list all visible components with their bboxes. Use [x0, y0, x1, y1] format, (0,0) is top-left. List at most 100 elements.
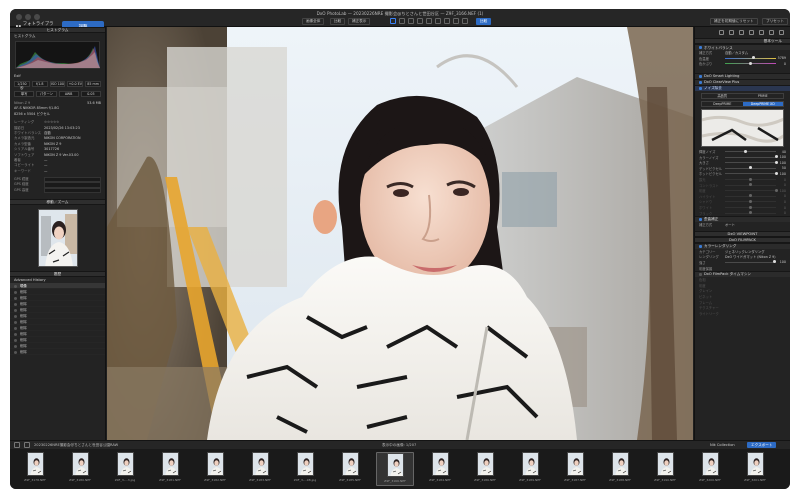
effects-tab-icon[interactable]: [769, 30, 774, 35]
distortion-mode-row[interactable]: 補正方式 オート: [695, 222, 790, 228]
dims-row: 8256 x 5504 ピクセル: [10, 112, 105, 117]
folder-path[interactable]: 20230226NRE撮影会@ちとさんと世田谷公園RAW: [34, 441, 118, 449]
cr-render-row[interactable]: レンダリング DxO ワイドガマット (Nikon Z 9): [695, 254, 790, 260]
local-tab-icon[interactable]: [759, 30, 764, 35]
exif-title: Exif: [14, 74, 21, 78]
denoise-mode-selector[interactable]: 高品質 PRIME: [701, 92, 784, 99]
denoise-preview[interactable]: [701, 108, 784, 147]
meta-row: キーワード —: [14, 168, 48, 173]
tool-fit-button[interactable]: 画像全体: [302, 18, 325, 25]
sort-icon[interactable]: [24, 442, 30, 448]
filmpack-item[interactable]: ライトリーク: [695, 310, 790, 316]
panel-tab-icons: [695, 27, 790, 38]
cr-category-row[interactable]: カテゴリー ジェネリックレンダリング: [695, 249, 790, 255]
local-adjust-icon[interactable]: [426, 18, 432, 24]
film-thumb[interactable]: Z9F_3190.NEF: [646, 452, 684, 486]
filmpack-header[interactable]: DxO FILMPACK: [695, 236, 790, 243]
more-filmpack-items: 色相 彩度 グレイン ビネット フレーム テクスチャー ライトリーク: [695, 277, 790, 316]
history-list: 現像 削除 削除 削除 削除 削除 削除 削除 削除 削除 削除 削除: [10, 283, 105, 356]
bottom-bar: 20230226NRE撮影会@ちとさんと世田谷公園RAW 表示中の画像: 1/2…: [10, 440, 790, 449]
navigator-panel-header[interactable]: 移動／ズーム: [10, 199, 105, 206]
film-thumb[interactable]: Z9F_3186.NEF: [466, 452, 504, 486]
hand-icon[interactable]: [444, 18, 450, 24]
film-thumb-image: [341, 452, 359, 476]
adjust-slider[interactable]: ブラック 0: [695, 210, 790, 216]
compare-button[interactable]: 比較: [476, 18, 492, 25]
film-thumb[interactable]: Z9F_3188.NEF: [601, 452, 639, 486]
exif-drive-mode: 単写: [14, 91, 35, 97]
film-thumb-image: [746, 452, 764, 476]
history-subtitle: Advanced History: [14, 278, 46, 283]
film-thumb[interactable]: Z9F_3182.NEF: [196, 452, 234, 486]
film-thumb[interactable]: Z9F_3178.NEF: [16, 452, 54, 486]
exif-flash: 0.05: [80, 91, 101, 97]
film-thumb[interactable]: Z9F_3187.NEF: [556, 452, 594, 486]
filter-icon[interactable]: [14, 442, 20, 448]
detail-tab-icon[interactable]: [739, 30, 744, 35]
horizon-icon[interactable]: [462, 18, 468, 24]
export-button[interactable]: エクスポート: [747, 442, 777, 448]
meta-row: GPS 高度: [10, 187, 105, 194]
film-thumb[interactable]: Z9F_3-...3.jpg: [106, 452, 144, 486]
exif-shot-values: 1/250 秒 f/1.8 ISO 100 +0.0 EV 85 mm: [10, 79, 105, 90]
color-tab-icon[interactable]: [729, 30, 734, 35]
light-tab-icon[interactable]: [719, 30, 724, 35]
nik-collection-button[interactable]: Nik Collection: [710, 441, 735, 449]
film-thumb[interactable]: Z9F_3185.NEF: [331, 452, 369, 486]
film-thumb-image: [701, 452, 719, 476]
tool-correction-preview-button[interactable]: 補正表示: [348, 18, 371, 25]
exif-iso: ISO 100: [49, 81, 66, 87]
navigator-photo: [38, 210, 77, 267]
filmstrip: Z9F_3178.NEF Z9F_3180.NEF Z9F_3-...3.jpg…: [10, 449, 790, 489]
histogram-chart: [15, 41, 100, 69]
film-thumb-image: [521, 452, 539, 476]
denoise-hq[interactable]: 高品質: [702, 94, 743, 98]
photo-viewer[interactable]: [107, 27, 693, 440]
denoise-deepprime[interactable]: DeepPRIME: [702, 102, 743, 106]
film-thumb-image: [431, 452, 449, 476]
film-thumb[interactable]: Z9F_3181.NEF: [151, 452, 189, 486]
exif-wb: AWB: [58, 91, 79, 97]
red-eye-icon[interactable]: [417, 18, 423, 24]
histogram-graph: [16, 46, 100, 68]
crop-tool-icon[interactable]: [390, 18, 396, 24]
exif-ev: +0.0 EV: [67, 81, 84, 87]
film-thumb-image: [611, 452, 629, 476]
main-photo: [107, 27, 693, 440]
film-thumb-selected[interactable]: Z9F_3166.NEF: [376, 452, 414, 486]
film-thumb[interactable]: Z9F_3180.NEF: [61, 452, 99, 486]
white-balance-picker-icon[interactable]: [435, 18, 441, 24]
denoise-deep-selector[interactable]: DeepPRIME DeepPRIME XD: [701, 100, 784, 107]
wb-mode-row[interactable]: 補正方式 自動／カスタム: [695, 50, 790, 56]
film-thumb[interactable]: Z9F_3201.NEF: [736, 452, 774, 486]
history-item[interactable]: 削除: [10, 349, 105, 356]
repair-icon[interactable]: [408, 18, 414, 24]
eye-icon[interactable]: [453, 18, 459, 24]
film-thumb[interactable]: Z9F_3183.NEF: [241, 452, 279, 486]
denoise-prime[interactable]: PRIME: [743, 94, 784, 98]
favorites-tab-icon[interactable]: [779, 30, 784, 35]
exif-aperture: f/1.8: [31, 81, 48, 87]
film-thumb[interactable]: Z9F_3200.NEF: [691, 452, 729, 486]
reset-corrections-button[interactable]: 補正を初期値にリセット: [710, 18, 758, 25]
film-thumb[interactable]: Z9F_3184.NEF: [421, 452, 459, 486]
tool-compare-view-button[interactable]: 比較: [330, 18, 346, 25]
exif-shutter: 1/250 秒: [14, 81, 30, 90]
window-title: DxO PhotoLab — 20230226NRE 撮影会@ちとさんと世田谷区…: [316, 11, 484, 16]
metadata-list: レーティング ☆☆☆☆☆ 撮影日 2023/02/26 13:03:23 ホワイトバ…: [10, 120, 105, 194]
exif-mode-values: 単写 パターン AWB 0.05: [10, 89, 105, 99]
preset-button[interactable]: プリセット: [762, 18, 788, 25]
navigator-thumbnail[interactable]: [37, 209, 78, 268]
denoise-preview-image: [702, 109, 783, 146]
noise-reduction-section[interactable]: ノイズ除去: [695, 84, 790, 91]
film-thumb-image: [476, 452, 494, 476]
denoise-deepprime-xd[interactable]: DeepPRIME XD: [742, 101, 783, 106]
straighten-icon[interactable]: [399, 18, 405, 24]
film-thumb-image: [206, 452, 224, 476]
film-thumb[interactable]: Z9F_3189.NEF: [511, 452, 549, 486]
gps-alt-field[interactable]: [44, 187, 101, 194]
geometry-tab-icon[interactable]: [749, 30, 754, 35]
film-thumb[interactable]: Z9F_3-...98.jpg: [286, 452, 324, 486]
film-thumb-image: [656, 452, 674, 476]
exif-header[interactable]: Exif: [10, 73, 105, 79]
